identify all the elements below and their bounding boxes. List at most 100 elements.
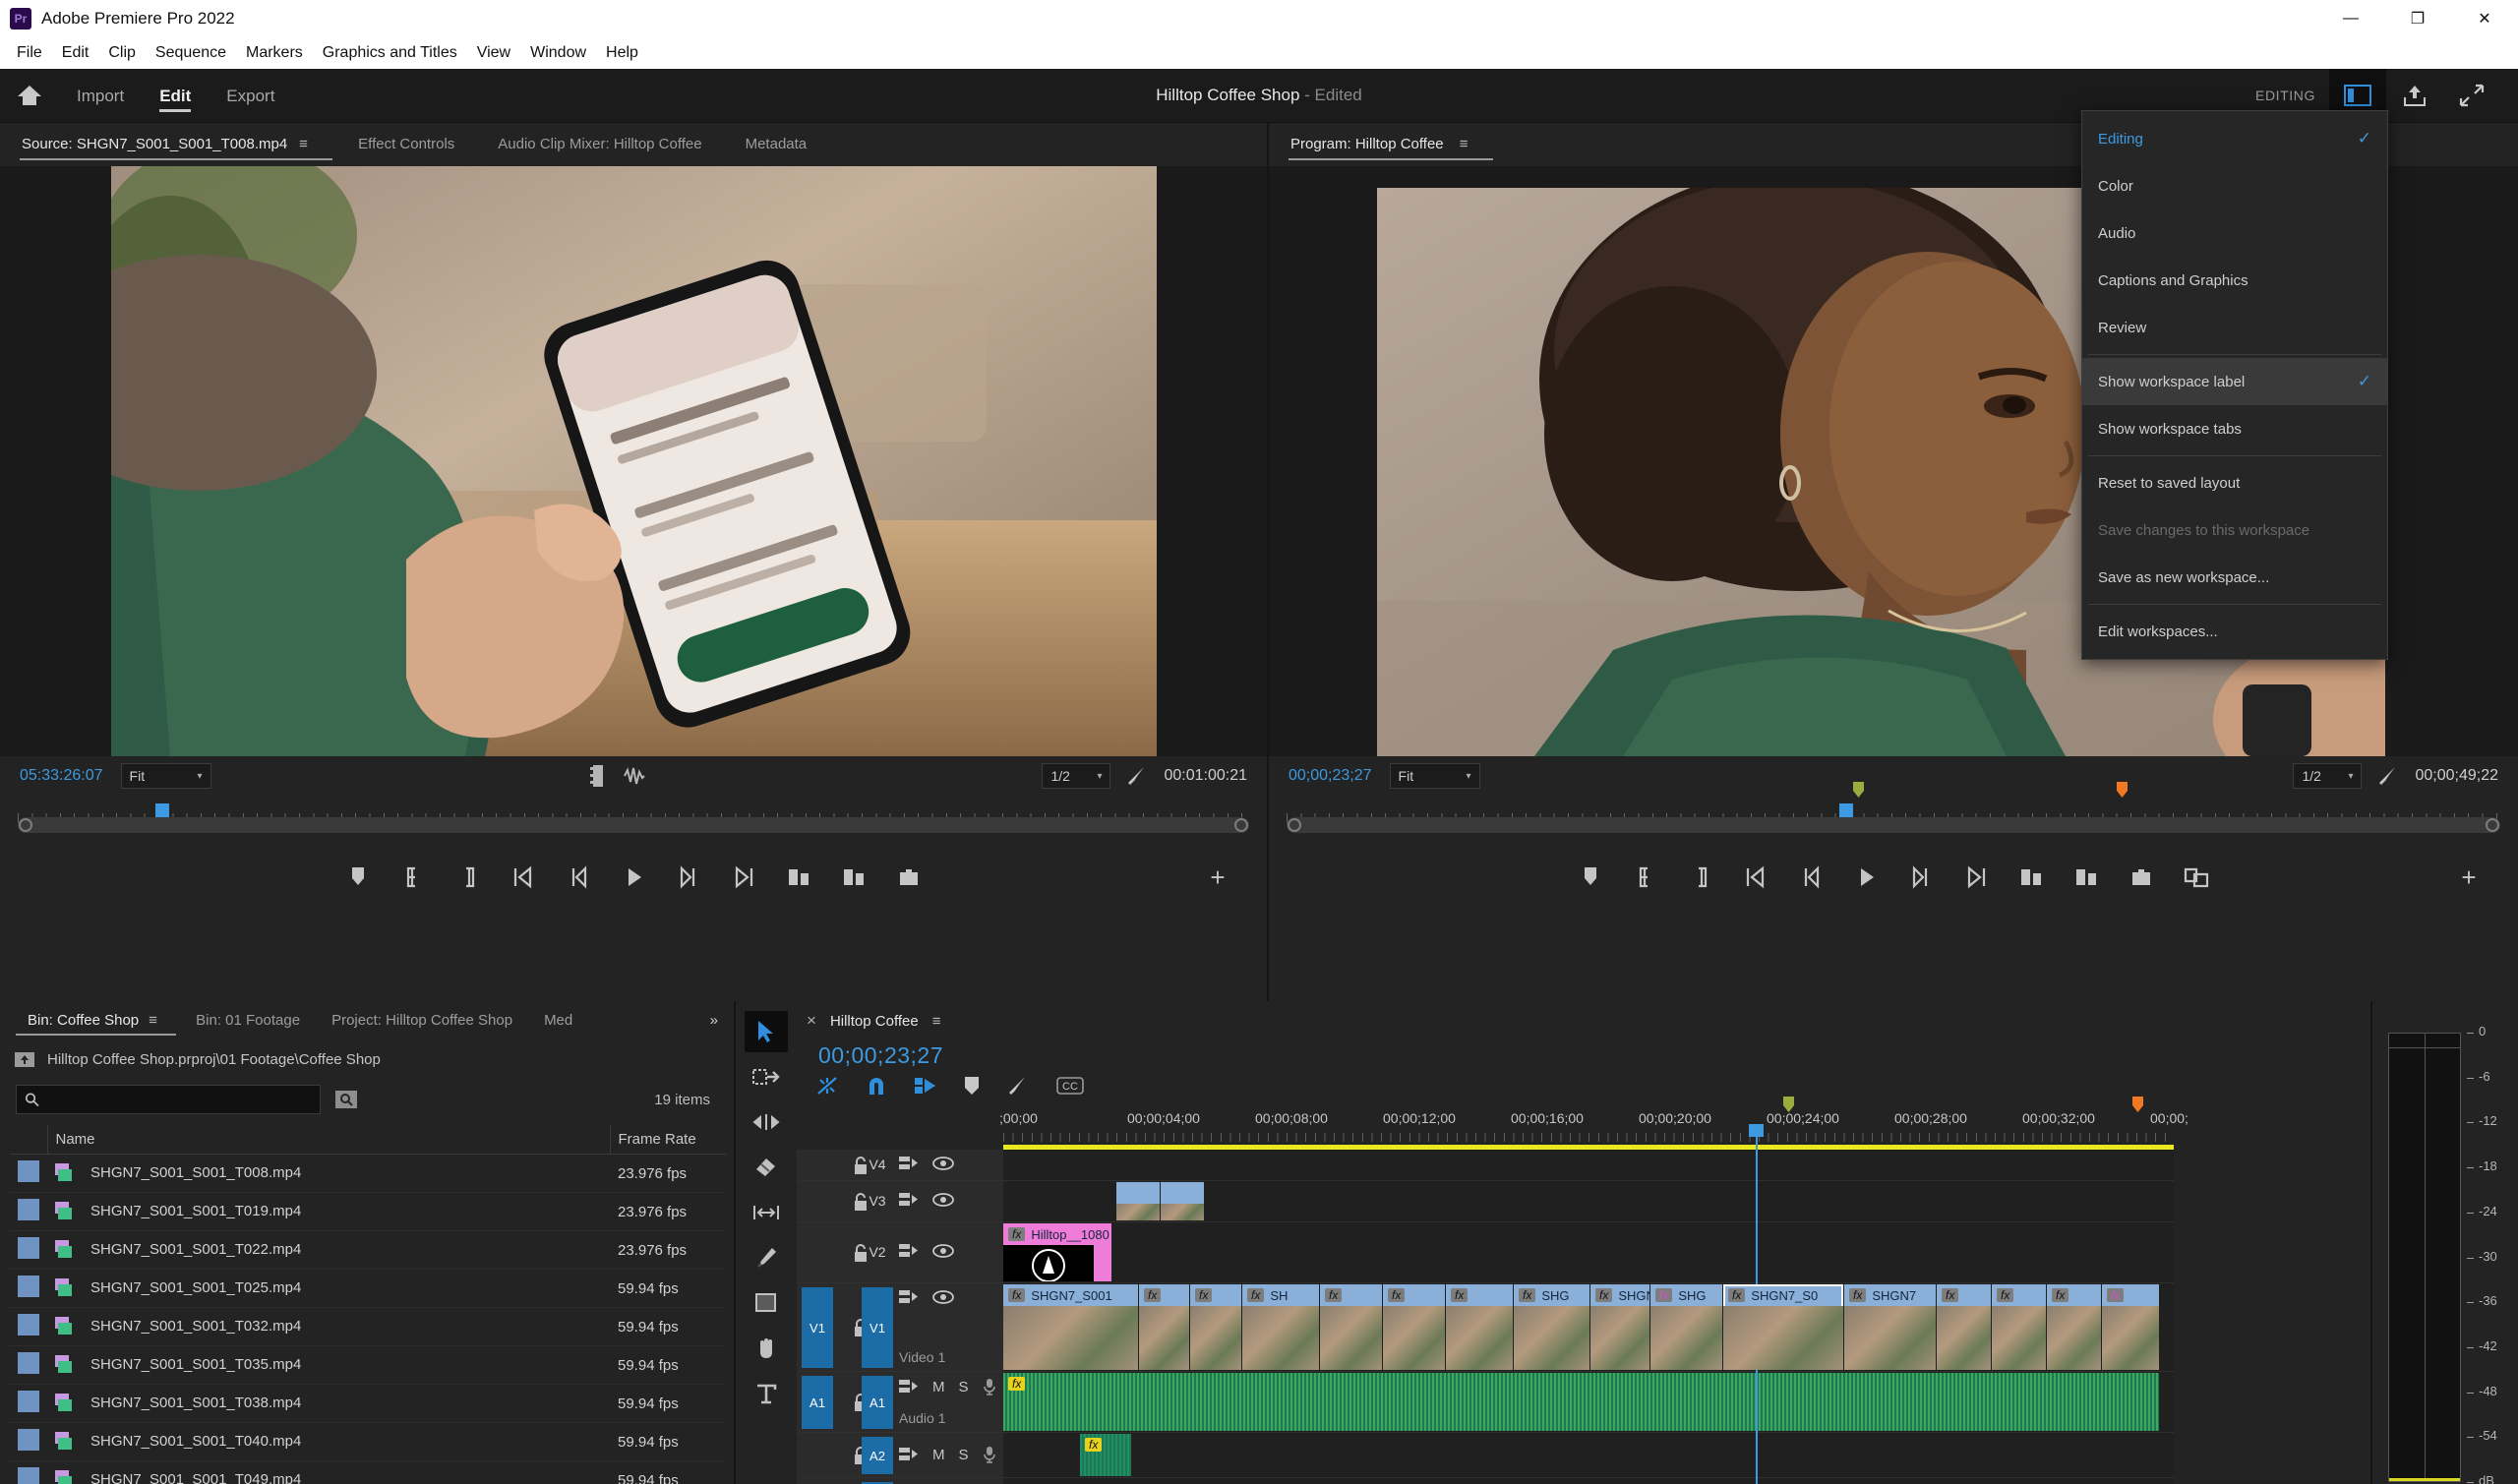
row-name-cell[interactable]: SHGN7_S001_S001_T022.mp4	[47, 1230, 610, 1270]
header-tab-export[interactable]: Export	[209, 69, 292, 123]
row-label-swatch[interactable]	[10, 1422, 47, 1461]
timeline-clip[interactable]: fx Hilltop__1080	[1003, 1223, 1111, 1281]
row-name-cell[interactable]: SHGN7_S001_S001_T049.mp4	[47, 1460, 610, 1484]
workspace-menu-item-edit-workspaces[interactable]: Edit workspaces...	[2082, 608, 2387, 655]
razor-tool[interactable]	[745, 1147, 788, 1188]
timeline-clip[interactable]: fx	[1320, 1284, 1382, 1370]
captions-icon[interactable]: CC	[1056, 1077, 1084, 1095]
program-go-to-out-button[interactable]	[1948, 851, 2004, 904]
sequence-marker-green[interactable]	[1853, 782, 1864, 798]
find-icon[interactable]	[334, 1089, 358, 1110]
program-comparison-view-button[interactable]	[2169, 851, 2224, 904]
search-input[interactable]	[16, 1085, 321, 1114]
timeline-clip[interactable]: fx SHGN7_S001	[1003, 1284, 1138, 1370]
source-tab-0[interactable]: Source: SHGN7_S001_S001_T008.mp4 ≡	[16, 123, 336, 166]
track-target-V2[interactable]: V2	[862, 1244, 893, 1260]
timeline-clip[interactable]: fx	[1190, 1284, 1241, 1370]
mute-button-A2[interactable]: M	[932, 1447, 945, 1463]
timeline-clip[interactable]: fx SHGN7	[1590, 1284, 1649, 1370]
source-button-editor[interactable]: +	[1190, 851, 1245, 904]
table-row[interactable]: SHGN7_S001_S001_T032.mp4 59.94 fps	[10, 1307, 726, 1346]
row-label-swatch[interactable]	[10, 1154, 47, 1193]
voiceover-icon-A2[interactable]	[983, 1446, 996, 1463]
row-name-cell[interactable]: SHGN7_S001_S001_T032.mp4	[47, 1307, 610, 1346]
source-patch-V1[interactable]: V1	[802, 1287, 833, 1368]
eye-icon-V1[interactable]	[932, 1290, 954, 1304]
workspace-menu-item-reset-to-saved-layout[interactable]: Reset to saved layout	[2082, 459, 2387, 506]
eye-icon-V2[interactable]	[932, 1244, 954, 1258]
close-icon[interactable]: ✕	[2451, 0, 2518, 36]
source-tab-3[interactable]: Metadata	[724, 123, 829, 166]
source-scrubber[interactable]	[0, 796, 1267, 843]
workspace-menu-item-editing[interactable]: Editing ✓	[2082, 115, 2387, 162]
source-insert-button[interactable]	[771, 851, 826, 904]
row-label-swatch[interactable]	[10, 1230, 47, 1270]
add-marker-icon[interactable]	[964, 1076, 980, 1096]
timeline-clip[interactable]: fx SHG	[1650, 1284, 1722, 1370]
track-target-V3[interactable]: V3	[862, 1193, 893, 1209]
sync-lock-icon[interactable]	[899, 1289, 919, 1305]
track-target-V1[interactable]: V1	[862, 1287, 893, 1368]
table-row[interactable]: SHGN7_S001_S001_T049.mp4 59.94 fps	[10, 1460, 726, 1484]
track-target-V4[interactable]: V4	[862, 1157, 893, 1172]
timeline-ruler[interactable]: ;00;00 00;00;04;00 00;00;08;00 00;00;12;00 0…	[999, 1097, 2188, 1150]
program-scrub-bar[interactable]	[1287, 817, 2500, 833]
track-lane-V2[interactable]: fx Hilltop__1080	[1003, 1222, 2174, 1283]
sync-lock-icon[interactable]	[899, 1192, 919, 1208]
table-row[interactable]: SHGN7_S001_S001_T019.mp4 23.976 fps	[10, 1192, 726, 1231]
hand-tool[interactable]	[745, 1328, 788, 1369]
track-lane-V4[interactable]	[1003, 1150, 2174, 1181]
mute-button-A1[interactable]: M	[932, 1379, 945, 1395]
menu-view[interactable]: View	[468, 41, 519, 65]
col-frame-rate[interactable]: Frame Rate	[610, 1125, 726, 1155]
timeline-tab-label[interactable]: Hilltop Coffee	[830, 1013, 919, 1030]
insert-overwrite-icon[interactable]	[816, 1076, 838, 1096]
row-name-cell[interactable]: SHGN7_S001_S001_T038.mp4	[47, 1384, 610, 1423]
timeline-timecode[interactable]: 00;00;23;27	[797, 1040, 2370, 1069]
voiceover-icon-A1[interactable]	[983, 1378, 996, 1395]
type-tool[interactable]	[745, 1373, 788, 1414]
program-play-button[interactable]	[1838, 851, 1893, 904]
row-label-swatch[interactable]	[10, 1384, 47, 1423]
bin-tab-2[interactable]: Project: Hilltop Coffee Shop	[316, 1001, 528, 1040]
program-mark-in-button[interactable]	[1618, 851, 1673, 904]
menu-help[interactable]: Help	[597, 41, 647, 65]
program-extract-button[interactable]	[2059, 851, 2114, 904]
source-tab-1[interactable]: Effect Controls	[336, 123, 476, 166]
sync-lock-icon[interactable]	[899, 1447, 919, 1462]
row-name-cell[interactable]: SHGN7_S001_S001_T019.mp4	[47, 1192, 610, 1231]
timeline-clip[interactable]	[1116, 1182, 1160, 1220]
snap-icon[interactable]	[866, 1075, 887, 1097]
timeline-clip[interactable]: fx	[2047, 1284, 2101, 1370]
source-resolution-select[interactable]: 1/2 ▾	[1042, 763, 1111, 789]
track-lane-V1[interactable]: fxSHGN7_S001fxfxfxSHfxfxfxfxSHGfxSHGN7fx…	[1003, 1283, 2174, 1372]
timeline-clip[interactable]: fx SHGN7	[1844, 1284, 1936, 1370]
timeline-clip[interactable]: fx	[1446, 1284, 1513, 1370]
timeline-clip[interactable]: fx	[1003, 1373, 2159, 1431]
rectangle-tool[interactable]	[745, 1282, 788, 1324]
sync-lock-icon[interactable]	[899, 1156, 919, 1171]
workspace-menu-item-save-as-new-workspace[interactable]: Save as new workspace...	[2082, 554, 2387, 601]
row-label-swatch[interactable]	[10, 1192, 47, 1231]
col-name[interactable]: Name	[47, 1125, 611, 1155]
row-name-cell[interactable]: SHGN7_S001_S001_T025.mp4	[47, 1269, 610, 1308]
source-patch-A1[interactable]: A1	[802, 1376, 833, 1429]
scrub-handle-right[interactable]	[2486, 818, 2499, 832]
col-swatch[interactable]	[10, 1125, 48, 1155]
source-export-frame-button[interactable]	[881, 851, 936, 904]
source-tab-2[interactable]: Audio Clip Mixer: Hilltop Coffee	[476, 123, 723, 166]
panel-menu-icon[interactable]: ≡	[932, 1013, 948, 1030]
track-target-A2[interactable]: A2	[862, 1437, 893, 1474]
minimize-icon[interactable]: —	[2317, 0, 2384, 36]
track-lane-V3[interactable]	[1003, 1181, 2174, 1222]
solo-button-A1[interactable]: S	[959, 1379, 969, 1395]
scrub-handle-left[interactable]	[19, 818, 32, 832]
timeline-clip[interactable]: fx SHG	[1514, 1284, 1589, 1370]
timeline-clip[interactable]	[1161, 1182, 1204, 1220]
timeline-marker-green[interactable]	[1782, 1097, 1794, 1112]
settings-wrench-icon[interactable]	[1126, 765, 1148, 787]
pen-tool[interactable]	[745, 1237, 788, 1278]
program-mark-out-button[interactable]	[1673, 851, 1728, 904]
row-name-cell[interactable]: SHGN7_S001_S001_T035.mp4	[47, 1345, 610, 1385]
row-label-swatch[interactable]	[10, 1269, 47, 1308]
